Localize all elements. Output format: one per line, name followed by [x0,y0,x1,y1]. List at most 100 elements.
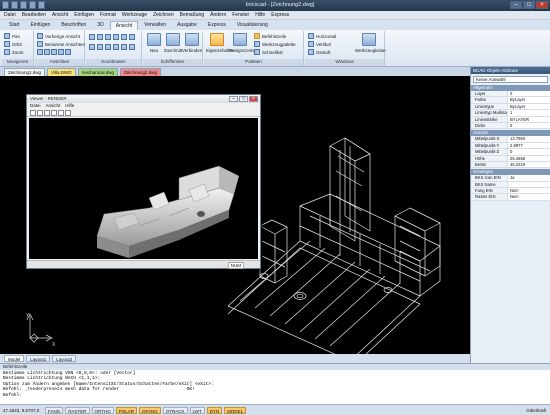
status-toggle-dyn[interactable]: DYN [206,406,223,414]
menu-item[interactable]: Ändern [210,12,226,18]
ucs-y-icon[interactable] [121,34,127,40]
named-views-button[interactable]: Benannte Ansichten [37,41,85,47]
designcenter-button[interactable]: DesignCenter [229,33,257,53]
maximize-button[interactable]: □ [523,1,535,9]
app-menu-icon[interactable] [2,1,9,9]
render-viewer-window[interactable]: Viewer - RENDER – □ × Datei Ansicht Hilfe [26,94,261,269]
ucs-named-icon[interactable] [129,44,135,50]
ribbon-tab[interactable]: Ausgabe [172,21,202,30]
ribbon-tab[interactable]: Ansicht [109,21,139,30]
viewer-menu-item[interactable]: Ansicht [46,103,61,109]
status-toggle-polar[interactable]: POLAR [115,406,137,414]
ucs-object-icon[interactable] [97,44,103,50]
property-value[interactable]: 0 [508,122,550,129]
ucs-origin-icon[interactable] [105,34,111,40]
menu-item[interactable]: Datei [4,12,16,18]
ucs-world-icon[interactable] [97,34,103,40]
ucs-x-icon[interactable] [113,34,119,40]
status-toggle-lwt[interactable]: LWT [189,406,205,414]
property-value[interactable]: 45.2219 [508,161,550,168]
property-value[interactable]: ByLayer [508,103,550,110]
property-value[interactable]: Nein [508,194,550,200]
property-row[interactable]: Raster EIN Nein [471,194,550,201]
property-value[interactable]: 1 [508,110,550,116]
properties-palette-button[interactable]: Eigenschaften [206,33,235,53]
open-icon[interactable] [20,1,27,9]
viewport-clip-button[interactable]: Zuschnitt [163,33,183,53]
status-toggle-raster[interactable]: RASTER [65,406,90,414]
tile-horizontal-button[interactable]: Horizontal [308,33,336,39]
viewer-title[interactable]: Viewer - RENDER [27,95,260,103]
view-front-icon[interactable] [44,49,50,55]
cascade-button[interactable]: Gestuft [308,49,331,55]
viewer-copy-icon[interactable] [58,109,64,116]
ucs-icon[interactable] [89,34,95,40]
viewer-menu-item[interactable]: Hilfe [65,103,74,109]
property-value[interactable]: Ja [508,175,550,181]
command-history[interactable]: Bestimme Lichtrichtung VON <0,0,0>: oder… [0,370,550,399]
menu-item[interactable]: Express [271,12,289,18]
menu-item[interactable]: Bearbeiten [22,12,46,18]
viewer-close-button[interactable]: × [249,96,258,102]
undo-icon[interactable] [38,1,45,9]
property-value[interactable]: 0 [508,149,550,155]
selection-dropdown[interactable]: Keine Auswahl [473,76,548,83]
status-toggle-ofang[interactable]: OFANG [138,406,161,414]
viewer-maximize-button[interactable]: □ [239,96,248,102]
close-button[interactable]: × [536,1,548,9]
status-toggle-fang[interactable]: FANG [45,406,64,414]
new-icon[interactable] [11,1,18,9]
command-line-button[interactable]: Befehlszeile [254,33,286,39]
menu-item[interactable]: Ansicht [52,12,68,18]
status-toggle-otrack[interactable]: OTRACK [162,406,188,414]
viewer-save-icon[interactable] [44,109,50,116]
document-tab[interactable]: Zeichnung1.dwg [4,68,46,76]
ribbon-tab[interactable]: Express [203,21,231,30]
viewer-minimize-button[interactable]: – [229,96,238,102]
viewport-new-button[interactable]: Neu [144,33,164,53]
ucs-3point-icon[interactable] [113,44,119,50]
property-row[interactable]: Dicke 0 [471,122,550,130]
menu-item[interactable]: Zeichnen [153,12,174,18]
property-value[interactable]: 0 [508,91,550,97]
viewer-menu-item[interactable]: Datei [30,103,41,109]
zoom-button[interactable]: Zoom [4,49,24,55]
layout-tab[interactable]: Layout2 [52,355,77,362]
command-line[interactable]: Befehl: [3,393,547,398]
toolbars-button[interactable]: Werkzeugleiste [355,33,386,53]
property-row[interactable]: Breite 45.2219 [471,161,550,169]
tile-vertical-button[interactable]: Vertikal [308,41,331,47]
property-value[interactable]: 13.7993 [508,136,550,142]
menu-item[interactable]: Hilfe [255,12,265,18]
quickcalc-button[interactable]: Schnellkal [254,49,283,55]
previous-view-button[interactable]: Vorherige Ansicht [37,33,80,39]
status-toggle-ortho[interactable]: ORTHO [91,406,114,414]
pan-button[interactable]: Pan [4,33,20,39]
ucs-prev-icon[interactable] [121,44,127,50]
ribbon-tab[interactable]: Einfügen [26,21,56,30]
ucs-z-icon[interactable] [129,34,135,40]
tool-palette-button[interactable]: Werkzeugpalette [254,41,296,47]
ribbon-tab[interactable]: Verwalten [139,21,171,30]
layout-tab[interactable]: Layout1 [26,355,51,362]
menu-item[interactable]: Bemaßung [180,12,204,18]
view-left-icon[interactable] [51,49,57,55]
property-value[interactable]: ByLayer [508,97,550,103]
property-value[interactable]: 25.4658 [508,155,550,161]
ribbon-tab[interactable]: 3D [92,21,108,30]
view-iso-icon[interactable] [58,49,64,55]
property-value[interactable]: Nein [508,188,550,194]
viewer-print-icon[interactable] [51,109,57,116]
menu-item[interactable]: Einfügen [74,12,94,18]
layout-tab[interactable]: Model [4,355,25,362]
document-tab[interactable]: Villa.DWG [47,68,76,76]
view-3d-icon[interactable] [65,49,71,55]
menu-item[interactable]: Werkzeuge [122,12,147,18]
status-toggle-model[interactable]: MODEL [224,406,247,414]
document-tab[interactable]: mechanical.dwg [77,68,118,76]
ucs-view-icon[interactable] [89,44,95,50]
ribbon-tab[interactable]: Beschriften [56,21,91,30]
property-value[interactable] [508,181,550,188]
viewport-join-button[interactable]: Verbinden [182,33,202,53]
property-value[interactable]: BYLAYER [508,116,550,122]
